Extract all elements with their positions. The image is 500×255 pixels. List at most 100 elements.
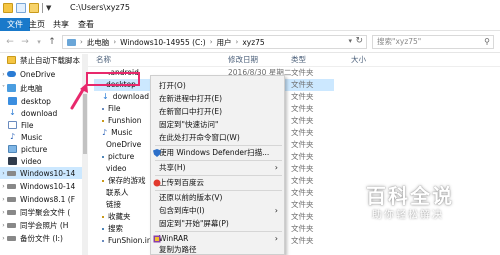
chevron-down-icon[interactable]: ▼ [46, 4, 51, 12]
menu-item-label: 包含到库中(I) [159, 206, 205, 215]
menu-item-label: WinRAR [159, 234, 189, 243]
drive-icon [7, 183, 16, 189]
menu-item-include-library[interactable]: 包含到库中(I) › [151, 205, 284, 217]
desktop-icon [8, 97, 17, 105]
sidebar-item-file[interactable]: File [0, 119, 82, 131]
folder-icon [3, 3, 13, 13]
column-header-date[interactable]: 修改日期 [228, 54, 258, 66]
sidebar-item-label: 同学聚会文件 ( [20, 207, 71, 217]
sidebar-item-onedrive[interactable]: › OneDrive [0, 68, 82, 80]
breadcrumb-drive[interactable]: Windows10-14955 (C:) [120, 38, 206, 47]
forward-arrow-icon[interactable]: → [19, 36, 31, 48]
music-icon: ♪ [9, 132, 16, 141]
menu-item-upload-baidu[interactable]: 上传到百度云 [151, 177, 284, 189]
new-folder-icon[interactable] [29, 3, 39, 13]
refresh-icon[interactable]: ↻ [355, 36, 363, 46]
menu-separator [155, 231, 282, 232]
winrar-icon [153, 235, 161, 243]
back-arrow-icon[interactable]: ← [4, 36, 16, 48]
file-type: 文件夹 [291, 92, 314, 101]
menu-item-restore-versions[interactable]: 还原以前的版本(V) [151, 192, 284, 204]
menu-item-label: 复制为路径 [159, 245, 197, 254]
file-name: download [112, 92, 149, 101]
file-name: FunShion.ini [108, 236, 154, 245]
chevron-right-icon[interactable]: › [0, 235, 7, 242]
breadcrumb-user-folder[interactable]: xyz75 [242, 38, 264, 47]
chevron-right-icon[interactable]: › [0, 209, 7, 216]
chevron-down-icon[interactable]: ˅ [0, 85, 7, 92]
file-name: OneDrive [106, 140, 142, 149]
sidebar-item-drive-i[interactable]: › 备份文件 (I:) [0, 232, 82, 244]
menu-item-label: 固定到"开始"屏幕(P) [159, 219, 229, 228]
tab-home[interactable]: 主页 [24, 18, 50, 31]
recent-chevron-icon[interactable]: ▾ [33, 36, 45, 48]
address-dropdown-icon[interactable]: ▾ [348, 37, 352, 45]
menu-item-label: 还原以前的版本(V) [159, 193, 223, 202]
chevron-right-icon[interactable]: › [0, 222, 7, 229]
sidebar-item-quick-folder[interactable]: 禁止自动下载脚本 [0, 54, 82, 66]
menu-item-defender-scan[interactable]: 使用 Windows Defender扫描... [151, 147, 284, 159]
menu-item-copy-as-path[interactable]: 复制为路径 [151, 244, 284, 255]
watermark: 百科全说 助你轻松解决 [366, 180, 486, 222]
search-input[interactable]: 搜索"xyz75" ⚲ [372, 35, 494, 49]
file-name: picture [108, 152, 135, 161]
properties-icon[interactable] [16, 3, 26, 13]
file-name: 收藏夹 [108, 212, 131, 221]
column-header-name[interactable]: 名称 [96, 54, 111, 66]
file-type: 文件夹 [291, 176, 314, 185]
menu-item-open-new-window[interactable]: 在新窗口中打开(E) [151, 106, 284, 118]
menu-item-label: 共享(H) [159, 163, 186, 172]
menu-item-label: 使用 Windows Defender扫描... [159, 148, 270, 157]
sidebar-item-picture[interactable]: picture [0, 143, 82, 155]
menu-separator [155, 145, 282, 146]
sidebar-item-label: download [21, 108, 58, 118]
folder-icon [7, 56, 16, 64]
sidebar-item-drive-f[interactable]: › Windows8.1 (F [0, 193, 82, 205]
file-type: 文件夹 [291, 80, 314, 89]
sidebar-item-drive-d[interactable]: › Windows10-14 [0, 180, 82, 192]
sidebar-item-music[interactable]: ♪ Music [0, 131, 82, 143]
column-header-type[interactable]: 类型 [291, 54, 306, 66]
picture-icon [102, 156, 104, 158]
tab-share[interactable]: 共享 [48, 18, 74, 31]
file-type: 文件夹 [291, 104, 314, 113]
chevron-right-icon[interactable]: › [0, 170, 7, 177]
chevron-right-icon[interactable]: › [0, 196, 7, 203]
music-icon: ♪ [102, 128, 108, 137]
breadcrumb-this-pc[interactable]: 此电脑 [87, 37, 110, 48]
up-arrow-icon[interactable]: ↑ [46, 36, 58, 48]
pc-icon [67, 38, 76, 46]
sidebar-item-label: 同学会照片 (H [20, 220, 69, 230]
tab-view[interactable]: 查看 [73, 18, 99, 31]
menu-item-label: 上传到百度云 [159, 178, 204, 187]
file-type: 文件夹 [291, 152, 314, 161]
menu-item-open-new-process[interactable]: 在新进程中打开(E) [151, 93, 284, 105]
sidebar-item-label: File [21, 120, 34, 130]
menu-item-share[interactable]: 共享(H) › [151, 162, 284, 174]
address-field[interactable]: › 此电脑 › Windows10-14955 (C:) › 用户 › xyz7… [62, 35, 367, 49]
column-header-size[interactable]: 大小 [351, 54, 366, 66]
menu-item-open-command-window[interactable]: 在此处打开命令窗口(W) [151, 132, 284, 144]
sidebar-item-drive-g[interactable]: › 同学聚会文件 ( [0, 206, 82, 218]
menu-item-open[interactable]: 打开(O) [151, 80, 284, 92]
menu-item-pin-quick-access[interactable]: 固定到"快速访问" [151, 119, 284, 131]
file-type: 文件夹 [291, 212, 314, 221]
sidebar-item-drive-h[interactable]: › 同学会照片 (H [0, 219, 82, 231]
address-bar-row: ← → ▾ ↑ › 此电脑 › Windows10-14955 (C:) › 用… [0, 31, 500, 53]
annotation-highlight-box [86, 72, 140, 86]
document-icon [102, 108, 104, 110]
menu-item-pin-start[interactable]: 固定到"开始"屏幕(P) [151, 218, 284, 230]
annotation-arrow-icon [70, 83, 88, 110]
search-icon[interactable]: ⚲ [484, 36, 490, 48]
watermark-title: 百科全说 [366, 184, 454, 208]
breadcrumb-users[interactable]: 用户 [217, 37, 232, 48]
sidebar-item-video[interactable]: video [0, 155, 82, 167]
file-type: 文件夹 [291, 128, 314, 137]
download-icon: ↓ [102, 92, 109, 101]
video-icon [8, 157, 17, 165]
chevron-right-icon[interactable]: › [0, 183, 7, 190]
sidebar-item-drive-c[interactable]: › Windows10-14 [0, 167, 82, 179]
chevron-right-icon[interactable]: › [0, 71, 7, 78]
download-icon: ↓ [9, 108, 16, 117]
menu-item-label: 在新进程中打开(E) [159, 94, 223, 103]
